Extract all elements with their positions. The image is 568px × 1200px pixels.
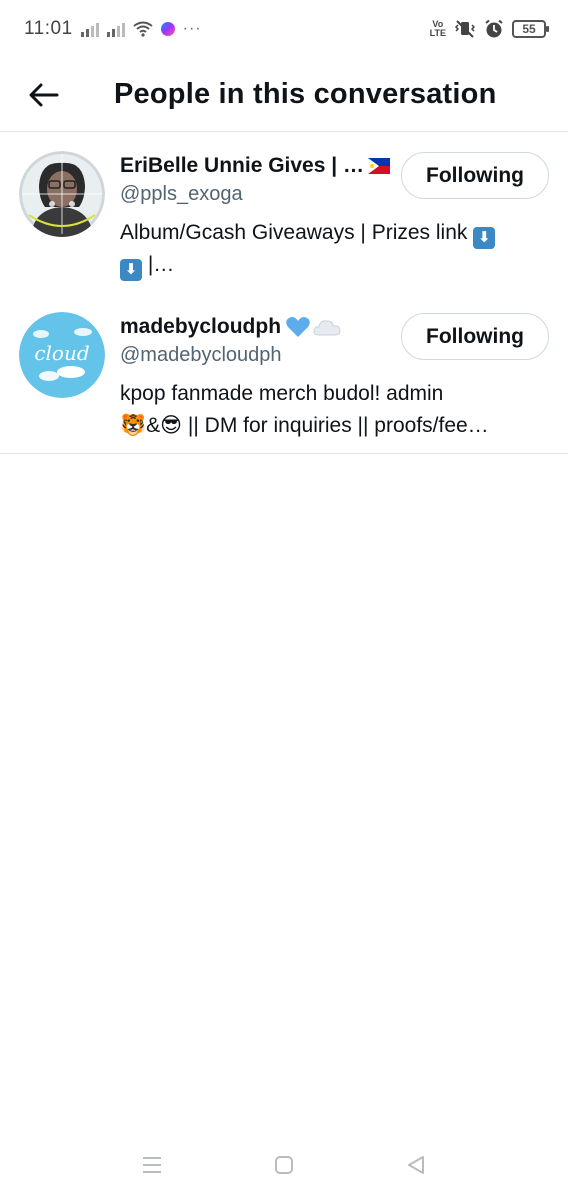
system-navigation-bar	[0, 1130, 568, 1200]
messenger-icon	[160, 22, 175, 36]
display-name: EriBelle Unnie Gives | …	[120, 154, 364, 177]
volte-icon: Vo LTE	[429, 19, 446, 38]
vibrate-mute-icon	[454, 20, 476, 38]
more-notifications-icon: ···	[182, 20, 202, 37]
home-square-icon	[275, 1156, 293, 1174]
avatar[interactable]	[19, 151, 105, 237]
display-name: madebycloudph	[120, 315, 282, 338]
back-nav-button[interactable]	[402, 1151, 430, 1179]
wifi-icon	[133, 21, 153, 37]
signal-1-icon	[80, 21, 99, 37]
arrow-left-icon	[29, 83, 59, 106]
user-bio: kpop fanmade merch budol! admin 🐯&😎 || D…	[120, 378, 550, 442]
battery-icon: 55	[512, 20, 549, 38]
conversation-people-screen: 11:01 ··· Vo LTE 55 People in this conve…	[0, 0, 568, 1200]
tiger-icon: 🐯	[120, 414, 147, 437]
blue-heart-and-cloud-icon	[285, 315, 341, 339]
status-left: 11:01 ···	[24, 18, 202, 40]
following-button[interactable]: Following	[401, 152, 549, 199]
user-list-item[interactable]: EriBelle Unnie Gives | … @ppls_exoga Alb…	[0, 133, 568, 293]
menu-button[interactable]	[138, 1151, 166, 1179]
bio-ampersand: &	[146, 414, 161, 437]
alarm-icon	[485, 19, 503, 38]
user-bio: Album/Gcash Giveaways | Prizes link ⬇ ⬇ …	[120, 217, 550, 281]
bio-text: Album/Gcash Giveaways | Prizes link	[120, 221, 468, 244]
cloud-icon	[313, 320, 341, 336]
down-arrow-icon: ⬇	[120, 259, 142, 281]
philippines-flag-icon	[367, 158, 390, 174]
avatar[interactable]: cloud	[19, 312, 105, 398]
following-button[interactable]: Following	[401, 313, 549, 360]
menu-icon	[143, 1157, 161, 1173]
blue-heart-icon	[286, 317, 310, 337]
back-button[interactable]	[20, 71, 68, 119]
home-button[interactable]	[270, 1151, 298, 1179]
top-app-bar: People in this conversation	[0, 58, 568, 132]
down-arrow-icon: ⬇	[473, 227, 496, 249]
bio-text: kpop fanmade merch budol! admin	[120, 382, 444, 405]
user-list-item[interactable]: cloud madebycloudph @madebycloudph kpop …	[0, 294, 568, 454]
signal-2-icon	[106, 21, 125, 37]
status-bar: 11:01 ··· Vo LTE 55	[0, 0, 568, 58]
sunglasses-icon: 😎	[160, 414, 183, 437]
bio-text-continued: |…	[147, 253, 175, 276]
clock: 11:01	[24, 18, 73, 39]
bio-text-continued: || DM for inquiries || proofs/fee…	[187, 414, 489, 437]
svg-text:cloud: cloud	[34, 341, 89, 365]
back-triangle-icon	[408, 1156, 424, 1174]
page-title: People in this conversation	[114, 78, 497, 110]
status-right: Vo LTE 55	[429, 19, 549, 39]
